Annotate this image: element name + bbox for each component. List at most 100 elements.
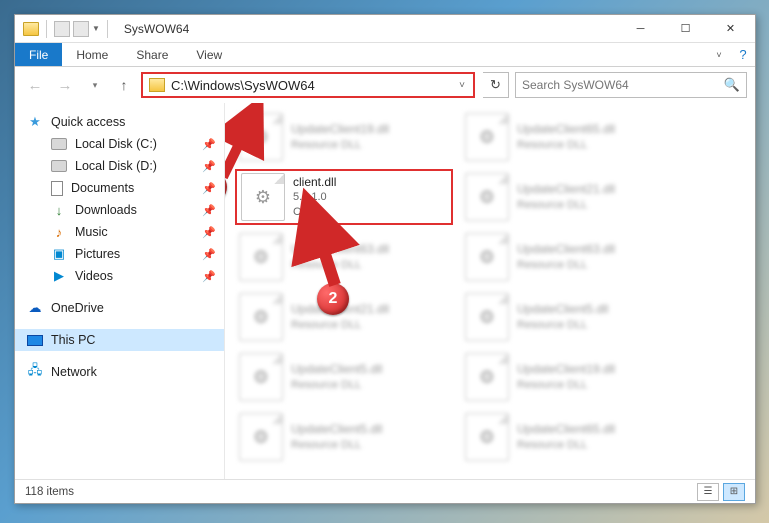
- tab-share[interactable]: Share: [122, 43, 182, 66]
- network-icon: 🖧: [27, 364, 43, 380]
- forward-button[interactable]: →: [53, 73, 77, 97]
- navigation-pane: ★ Quick access Local Disk (C:)📌Local Dis…: [15, 103, 225, 479]
- sidebar-item-label: Documents: [71, 181, 134, 195]
- gear-icon: ⚙: [253, 307, 269, 328]
- sidebar-this-pc-label: This PC: [51, 333, 95, 347]
- qat-properties-icon[interactable]: [54, 21, 70, 37]
- dl-icon: ↓: [51, 202, 67, 218]
- search-icon[interactable]: 🔍: [724, 77, 740, 93]
- sidebar-item-label: Downloads: [75, 203, 137, 217]
- file-name: UpdateClient5.dll: [517, 301, 608, 317]
- search-input[interactable]: [522, 78, 724, 92]
- sidebar-network-label: Network: [51, 365, 97, 379]
- tab-home[interactable]: Home: [62, 43, 122, 66]
- sidebar-item-videos[interactable]: ▶Videos📌: [15, 265, 224, 287]
- file-desc: Resource DLL: [517, 318, 608, 333]
- gear-icon: ⚙: [479, 367, 495, 388]
- file-name: UpdateClient5.dll: [291, 361, 382, 377]
- file-tile[interactable]: ⚙ UpdateClient5.dllResource DLL: [461, 289, 679, 345]
- file-tile[interactable]: ⚙ UpdateClient5.dllResource DLL: [235, 349, 453, 405]
- search-box[interactable]: 🔍: [515, 72, 747, 98]
- minimize-button[interactable]: ─: [618, 15, 663, 43]
- sidebar-item-label: Local Disk (C:): [75, 137, 157, 151]
- annotation-arrow-1: [225, 103, 297, 185]
- file-tile[interactable]: ⚙UpdateClient65.dllResource DLL: [461, 109, 679, 165]
- file-icon: ⚙: [239, 353, 283, 401]
- disk-icon: [51, 160, 67, 172]
- up-button[interactable]: ↑: [113, 74, 135, 96]
- sidebar-onedrive-label: OneDrive: [51, 301, 104, 315]
- titlebar: ▼ SysWOW64 ─ ☐ ✕: [15, 15, 755, 43]
- tab-view[interactable]: View: [182, 43, 236, 66]
- file-desc: Resource DLL: [517, 438, 615, 453]
- gear-icon: ⚙: [479, 307, 495, 328]
- explorer-window: ▼ SysWOW64 ─ ☐ ✕ File Home Share View ˅ …: [14, 14, 756, 504]
- file-desc: Resource DLL: [291, 378, 382, 393]
- doc-icon: [51, 181, 63, 196]
- file-desc: Resource DLL: [291, 138, 389, 153]
- sidebar-item-local-disk-d-[interactable]: Local Disk (D:)📌: [15, 155, 224, 177]
- address-path[interactable]: C:\Windows\SysWOW64: [171, 78, 451, 93]
- file-list[interactable]: ⚙UpdateClient19.dllResource DLL⚙UpdateCl…: [225, 103, 755, 479]
- view-tiles-button[interactable]: ⊞: [723, 483, 745, 501]
- sidebar-network[interactable]: 🖧 Network: [15, 361, 224, 383]
- sidebar-item-local-disk-c-[interactable]: Local Disk (C:)📌: [15, 133, 224, 155]
- sidebar-item-music[interactable]: ♪Music📌: [15, 221, 224, 243]
- help-icon[interactable]: ?: [731, 43, 755, 66]
- disk-icon: [51, 138, 67, 150]
- file-desc: Resource DLL: [517, 258, 615, 273]
- file-name: UpdateClient19.dll: [517, 361, 615, 377]
- gear-icon: ⚙: [253, 367, 269, 388]
- file-icon: ⚙: [239, 293, 283, 341]
- qat-newfolder-icon[interactable]: [73, 21, 89, 37]
- sidebar-quick-access[interactable]: ★ Quick access: [15, 111, 224, 133]
- maximize-button[interactable]: ☐: [663, 15, 708, 43]
- annotation-arrow-2: [287, 183, 367, 303]
- file-name: UpdateClient65.dll: [517, 421, 615, 437]
- folder-icon: [23, 22, 39, 36]
- pin-icon: 📌: [202, 248, 216, 261]
- file-tile[interactable]: ⚙UpdateClient65.dllResource DLL: [461, 409, 679, 465]
- file-icon: ⚙: [239, 233, 283, 281]
- file-name: UpdateClient63.dll: [517, 241, 615, 257]
- gear-icon: ⚙: [479, 247, 495, 268]
- view-details-button[interactable]: ☰: [697, 483, 719, 501]
- back-button[interactable]: ←: [23, 73, 47, 97]
- ribbon-expand-icon[interactable]: ˅: [707, 43, 731, 66]
- refresh-button[interactable]: ↻: [483, 72, 509, 98]
- close-button[interactable]: ✕: [708, 15, 753, 43]
- navigation-bar: ← → ▾ ↑ C:\Windows\SysWOW64 ˅ ↻ 🔍: [15, 67, 755, 103]
- ribbon: File Home Share View ˅ ?: [15, 43, 755, 67]
- qat-dropdown-icon[interactable]: ▼: [92, 24, 100, 33]
- file-desc: Resource DLL: [517, 138, 615, 153]
- file-tile[interactable]: ⚙UpdateClient5.dllResource DLL: [235, 409, 453, 465]
- sidebar-item-documents[interactable]: Documents📌: [15, 177, 224, 199]
- file-icon: ⚙: [465, 113, 509, 161]
- sidebar-quick-access-label: Quick access: [51, 115, 125, 129]
- file-name: UpdateClient21.dll: [517, 181, 615, 197]
- sidebar-this-pc[interactable]: This PC: [15, 329, 224, 351]
- file-tile[interactable]: ⚙UpdateClient21.dllResource DLL: [461, 169, 679, 225]
- file-tile[interactable]: ⚙ UpdateClient63.dllResource DLL: [461, 229, 679, 285]
- file-tile[interactable]: ⚙ UpdateClient19.dllResource DLL: [461, 349, 679, 405]
- file-desc: Resource DLL: [517, 378, 615, 393]
- file-desc: Resource DLL: [291, 438, 382, 453]
- pin-icon: 📌: [202, 204, 216, 217]
- address-dropdown-icon[interactable]: ˅: [451, 80, 473, 91]
- sidebar-item-pictures[interactable]: ▣Pictures📌: [15, 243, 224, 265]
- gear-icon: ⚙: [255, 187, 271, 208]
- gear-icon: ⚙: [253, 427, 269, 448]
- pin-icon: 📌: [202, 160, 216, 173]
- pic-icon: ▣: [51, 246, 67, 262]
- file-name: UpdateClient21.dll: [291, 301, 389, 317]
- sidebar-item-label: Music: [75, 225, 108, 239]
- pin-icon: 📌: [202, 270, 216, 283]
- history-dropdown-icon[interactable]: ▾: [83, 73, 107, 97]
- sidebar-item-downloads[interactable]: ↓ Downloads 📌: [15, 199, 224, 221]
- address-folder-icon: [149, 78, 165, 92]
- sidebar-onedrive[interactable]: ☁ OneDrive: [15, 297, 224, 319]
- tab-file[interactable]: File: [15, 43, 62, 66]
- file-icon: ⚙: [465, 293, 509, 341]
- vid-icon: ▶: [51, 268, 67, 284]
- address-bar[interactable]: C:\Windows\SysWOW64 ˅: [141, 72, 475, 98]
